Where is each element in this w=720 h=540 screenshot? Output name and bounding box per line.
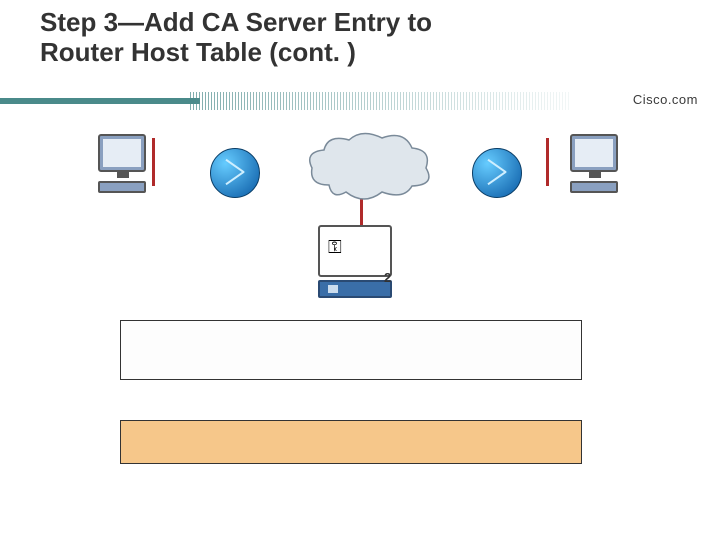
ca-cpu xyxy=(318,280,392,298)
divider-bar xyxy=(0,86,720,114)
ca-server-icon: ⚿ xyxy=(318,225,398,297)
router-left-icon xyxy=(210,148,260,198)
monitor-icon xyxy=(98,134,146,172)
title-line-2: Router Host Table (cont. ) xyxy=(40,37,356,67)
stand-icon xyxy=(117,172,129,178)
title-line-1: Step 3—Add CA Server Entry to xyxy=(40,7,432,37)
link-left xyxy=(152,138,155,186)
divider-fade xyxy=(190,92,570,110)
pc-right xyxy=(570,134,620,189)
cloud-icon xyxy=(304,130,434,208)
code-box-2 xyxy=(120,420,582,464)
base-icon xyxy=(570,181,618,193)
ca-monitor: ⚿ xyxy=(318,225,392,277)
divider-solid xyxy=(0,98,200,104)
stand-icon xyxy=(589,172,601,178)
link-right xyxy=(546,138,549,186)
code-box-1 xyxy=(120,320,582,380)
key-icon: ⚿ xyxy=(328,237,342,258)
base-icon xyxy=(98,181,146,193)
monitor-icon xyxy=(570,134,618,172)
router-right-icon xyxy=(472,148,522,198)
slide-title: Step 3—Add CA Server Entry to Router Hos… xyxy=(40,8,432,68)
ca-label: 2 xyxy=(384,270,391,285)
pc-left xyxy=(98,134,148,189)
network-diagram: ⚿ 2 xyxy=(90,130,630,300)
brand-logo: Cisco.com xyxy=(633,92,698,107)
